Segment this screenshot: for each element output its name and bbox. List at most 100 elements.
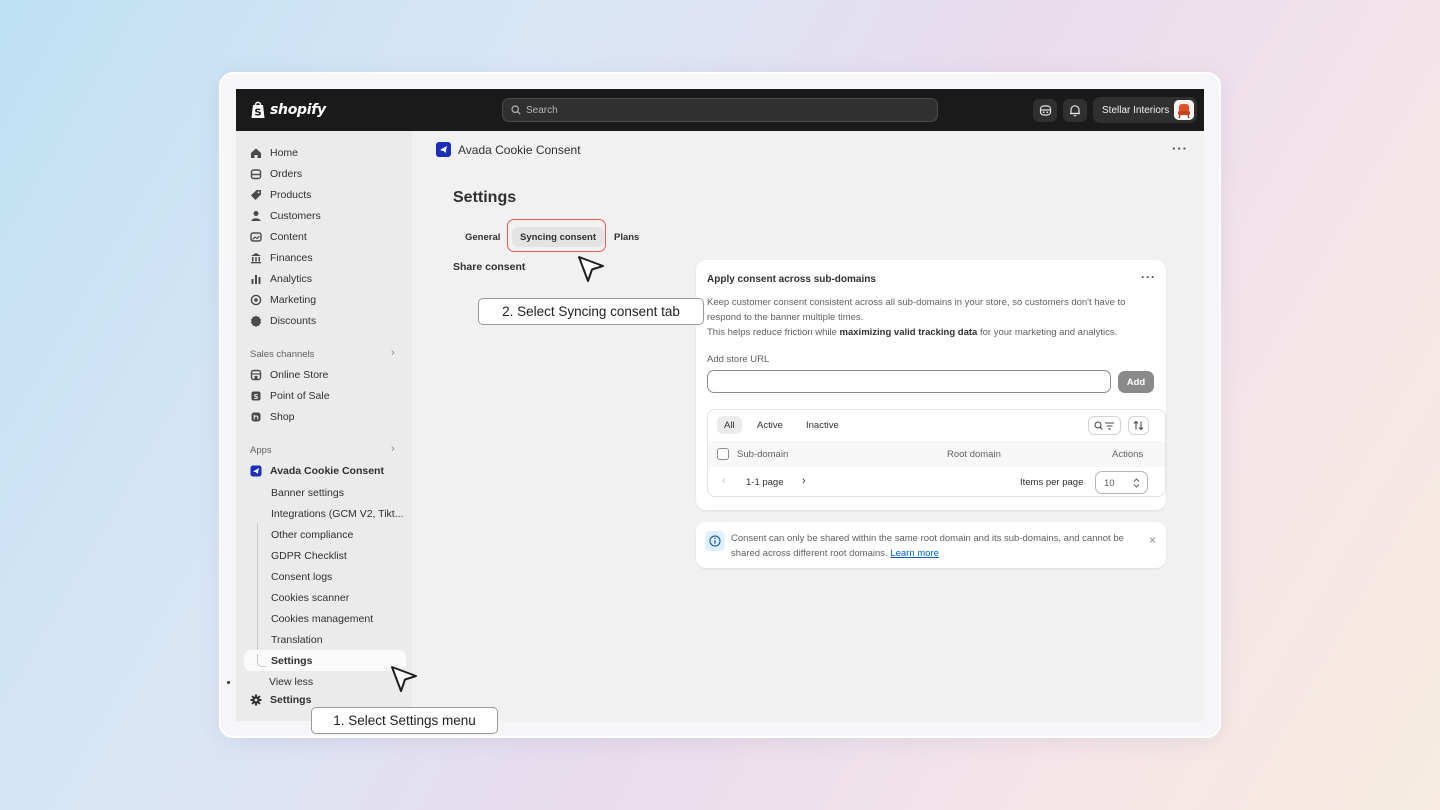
sidebar-item-label: Marketing xyxy=(270,294,317,306)
sort-button[interactable] xyxy=(1128,416,1149,435)
info-banner: Consent can only be shared within the sa… xyxy=(696,522,1166,568)
sidebar-item-avada-cookie-consent[interactable]: Avada Cookie Consent xyxy=(250,465,384,477)
sidebar-subitem-cookies-management[interactable]: Cookies management xyxy=(271,613,373,625)
sort-icon xyxy=(1133,420,1144,431)
page-title: Settings xyxy=(453,189,517,206)
tab-plans[interactable]: Plans xyxy=(606,227,647,247)
sidebar-item-label: Shop xyxy=(270,411,295,423)
store-switcher[interactable]: Stellar Interiors xyxy=(1093,97,1197,123)
search-placeholder: Search xyxy=(526,104,558,116)
orders-icon xyxy=(250,169,262,180)
tree-connector xyxy=(257,654,266,667)
sidebar-bullet xyxy=(227,681,230,684)
filter-tab-active[interactable]: Active xyxy=(750,416,790,434)
discount-icon xyxy=(250,315,262,327)
tab-highlight-box xyxy=(507,219,606,252)
close-icon[interactable]: × xyxy=(1149,533,1156,547)
apps-heading[interactable]: Apps xyxy=(250,445,272,456)
sidebar-item-orders[interactable]: Orders xyxy=(250,168,302,180)
chair-avatar-icon xyxy=(1174,100,1194,120)
sidebar-item-label: Products xyxy=(270,189,312,201)
store-avatar xyxy=(1174,100,1194,120)
tab-general[interactable]: General xyxy=(457,227,508,247)
sidebar-item-label: Avada Cookie Consent xyxy=(270,465,384,477)
items-per-page-select[interactable]: 10 xyxy=(1095,471,1148,494)
search-icon xyxy=(511,105,521,115)
active-subitem-highlight xyxy=(244,650,406,671)
chevron-right-icon[interactable]: › xyxy=(391,347,395,359)
next-page-icon[interactable]: › xyxy=(802,475,806,487)
cursor-icon xyxy=(578,256,604,282)
target-icon xyxy=(250,294,262,306)
sidebar-item-content[interactable]: Content xyxy=(250,231,307,243)
sidebar-subitem-gdpr-checklist[interactable]: GDPR Checklist xyxy=(271,550,347,562)
sidebar-subitem-other-compliance[interactable]: Other compliance xyxy=(271,529,353,541)
svg-text:S: S xyxy=(254,108,261,119)
shopify-logo[interactable]: S shopify xyxy=(250,100,326,119)
bell-icon xyxy=(1070,105,1080,117)
sidebar-item-finances[interactable]: Finances xyxy=(250,252,313,264)
items-per-page-label: Items per page xyxy=(1020,477,1084,488)
sidebar-subitem-settings[interactable]: Settings xyxy=(271,655,312,667)
sidebar-subitem-integrations[interactable]: Integrations (GCM V2, Tikt... xyxy=(271,508,403,520)
learn-more-link[interactable]: Learn more xyxy=(890,548,939,559)
sidebar-item-point-of-sale[interactable]: S Point of Sale xyxy=(250,390,330,402)
subdomain-consent-card: Apply consent across sub-domains ··· Kee… xyxy=(696,260,1166,510)
sidebar-item-label: Orders xyxy=(270,168,303,180)
chevron-right-icon[interactable]: › xyxy=(391,443,395,455)
view-less-link[interactable]: View less xyxy=(269,676,313,688)
shop-icon xyxy=(251,412,261,422)
shopify-bag-icon: S xyxy=(251,101,265,119)
sidebar-item-label: Settings xyxy=(270,694,312,706)
sidekick-button[interactable] xyxy=(1033,99,1057,122)
sidebar-subitem-cookies-scanner[interactable]: Cookies scanner xyxy=(271,592,349,604)
sidebar-item-shop[interactable]: Shop xyxy=(250,411,295,423)
sidebar-item-settings[interactable]: Settings xyxy=(250,694,311,706)
sidebar-item-label: Customers xyxy=(270,210,321,222)
more-actions-icon[interactable]: ··· xyxy=(1172,141,1188,156)
home-icon xyxy=(251,148,261,158)
shopify-admin-screen: S shopify Search Stellar Interiors Home … xyxy=(236,89,1204,721)
column-actions: Actions xyxy=(1112,449,1144,460)
sidebar-item-label: Analytics xyxy=(270,273,313,285)
gear-icon xyxy=(250,694,262,706)
sidebar-item-customers[interactable]: Customers xyxy=(250,210,321,222)
notifications-button[interactable] xyxy=(1063,99,1087,122)
bar-chart-icon xyxy=(251,275,261,284)
add-button[interactable]: Add xyxy=(1118,371,1154,393)
sidekick-icon xyxy=(1039,105,1051,116)
sidebar-item-online-store[interactable]: Online Store xyxy=(250,369,328,381)
sidebar-item-label: Home xyxy=(270,147,299,159)
search-input[interactable]: Search xyxy=(502,98,938,122)
sidebar-item-label: Finances xyxy=(270,252,313,264)
filter-tab-inactive[interactable]: Inactive xyxy=(799,416,846,434)
select-arrows-icon xyxy=(1133,478,1140,488)
prev-page-icon[interactable]: ‹ xyxy=(722,475,726,487)
items-per-page-value: 10 xyxy=(1104,478,1115,489)
search-filter-button[interactable] xyxy=(1088,416,1121,435)
subdomain-table: All Active Inactive Sub-domain Root doma… xyxy=(707,409,1166,497)
content-icon xyxy=(250,232,262,242)
sidebar-item-analytics[interactable]: Analytics xyxy=(250,273,312,285)
store-icon xyxy=(250,369,262,381)
select-all-checkbox[interactable] xyxy=(717,448,729,460)
person-icon xyxy=(251,211,261,221)
sidebar-subitem-banner-settings[interactable]: Banner settings xyxy=(271,487,344,499)
sidebar-item-products[interactable]: Products xyxy=(250,189,311,201)
sales-channels-heading[interactable]: Sales channels xyxy=(250,349,314,360)
page-indicator: 1-1 page xyxy=(746,477,784,488)
info-icon xyxy=(705,531,725,551)
sidebar-subitem-translation[interactable]: Translation xyxy=(271,634,323,646)
sidebar-subitem-consent-logs[interactable]: Consent logs xyxy=(271,571,332,583)
column-root-domain: Root domain xyxy=(947,449,1001,460)
sidebar-item-discounts[interactable]: Discounts xyxy=(250,315,316,327)
avada-app-icon xyxy=(436,142,451,157)
card-title: Apply consent across sub-domains xyxy=(707,274,876,285)
store-url-input[interactable] xyxy=(707,370,1111,393)
sidebar-item-marketing[interactable]: Marketing xyxy=(250,294,316,306)
card-more-icon[interactable]: ··· xyxy=(1141,270,1156,284)
filter-tab-all[interactable]: All xyxy=(717,416,742,434)
sidebar-item-home[interactable]: Home xyxy=(250,147,298,159)
pagination: ‹ 1-1 page › Items per page 10 xyxy=(708,467,1165,496)
brand-wordmark: shopify xyxy=(270,101,326,118)
